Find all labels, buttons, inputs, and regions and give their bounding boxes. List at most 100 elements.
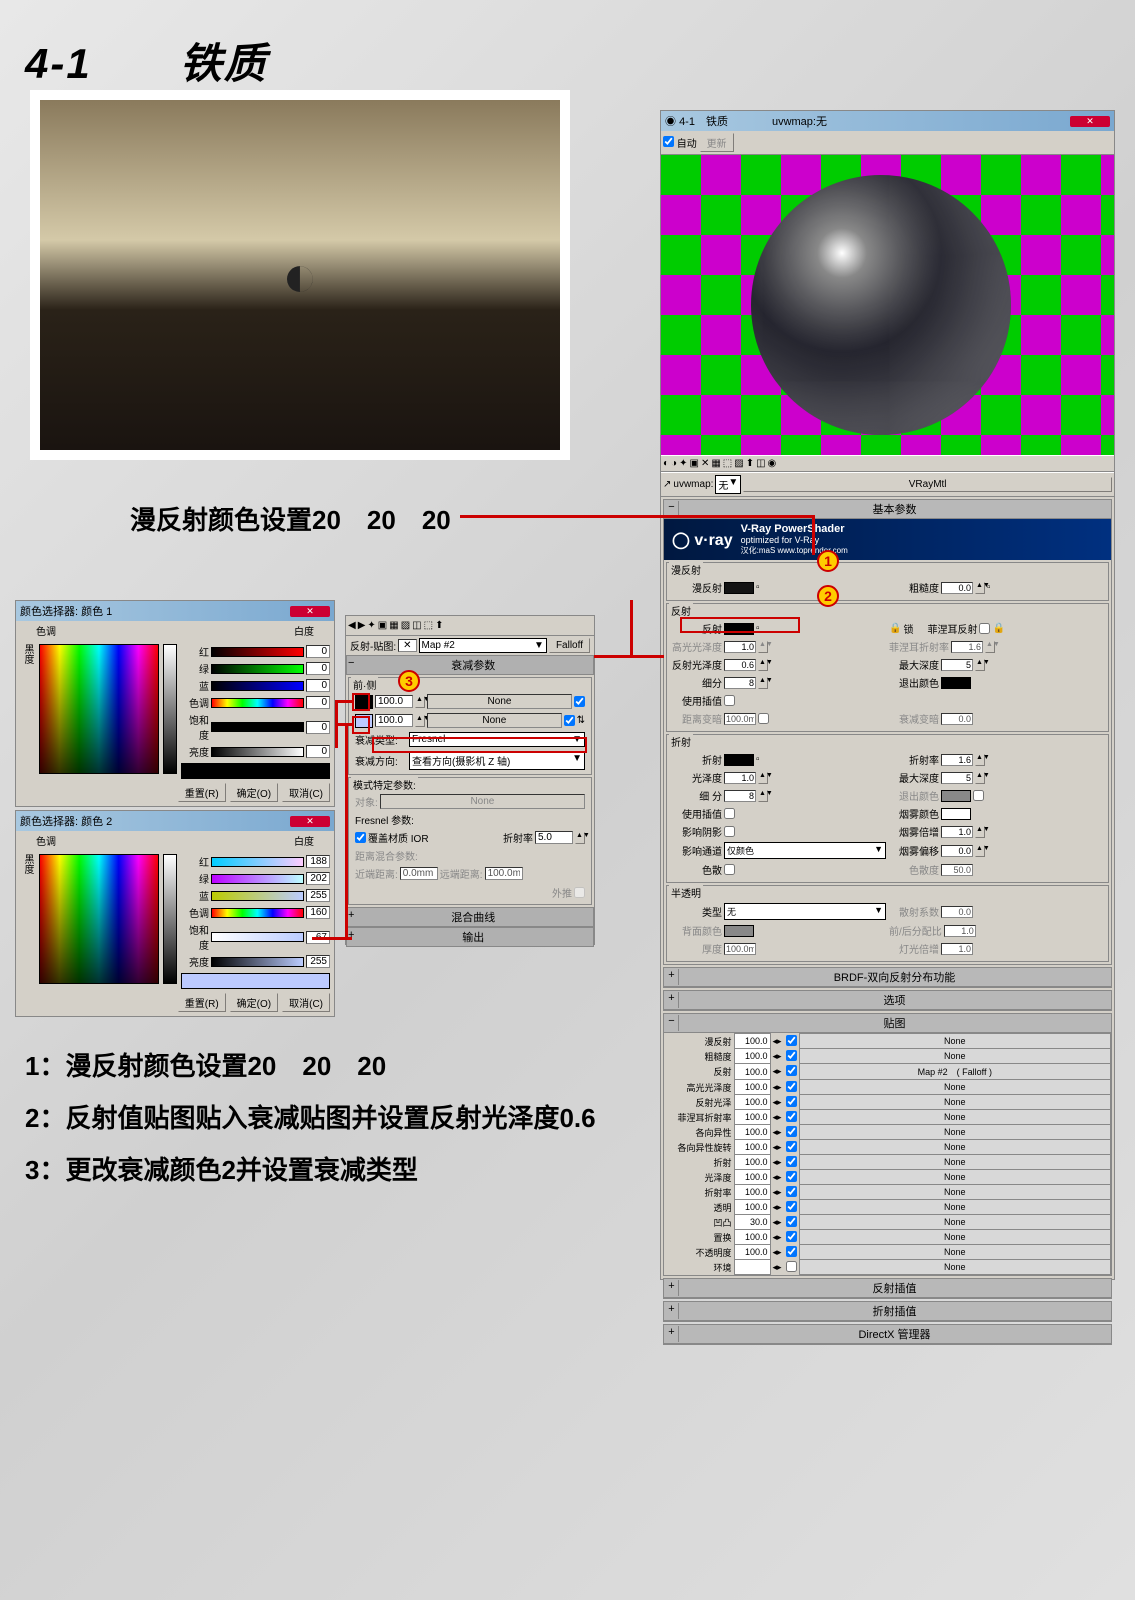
map-enable-check[interactable] <box>786 1201 797 1212</box>
color2-amount[interactable] <box>375 714 413 727</box>
spinner-icon[interactable]: ◂▸ <box>770 1260 784 1275</box>
spinner-icon[interactable]: ◂▸ <box>770 1110 784 1125</box>
map-amount[interactable]: 100.0 <box>734 1125 770 1140</box>
cancel-button[interactable]: 取消(C) <box>282 783 330 802</box>
map-enable-check[interactable] <box>786 1096 797 1107</box>
b-value[interactable]: 255 <box>306 889 330 902</box>
collapse-icon[interactable]: − <box>665 1015 679 1031</box>
reset-button[interactable]: 重置(R) <box>178 783 226 802</box>
cp2-titlebar[interactable]: 颜色选择器: 颜色 2 ✕ <box>16 811 334 831</box>
exit-color-swatch[interactable] <box>941 677 971 689</box>
swap-icon[interactable]: ⇅ <box>577 715 585 726</box>
map-amount[interactable]: 100.0 <box>734 1200 770 1215</box>
map-slot-button[interactable]: None <box>799 1049 1110 1064</box>
map-enable-check[interactable] <box>786 1246 797 1257</box>
color1-enable[interactable] <box>574 696 585 707</box>
eyedrop-icon[interactable]: ✦ <box>679 458 687 469</box>
spinner-icon[interactable]: ◂▸ <box>770 1034 784 1049</box>
map-slot-button[interactable]: None <box>799 1125 1110 1140</box>
v-slider[interactable] <box>211 747 304 757</box>
me-titlebar[interactable]: ◉ 4-1 铁质 uvwmap:无 ✕ <box>661 111 1114 131</box>
falloff-dir-dropdown[interactable]: 查看方向(摄影机 Z 轴)▼ <box>409 751 585 770</box>
map-amount[interactable]: 100.0 <box>734 1185 770 1200</box>
value-strip[interactable] <box>163 854 177 984</box>
g-slider[interactable] <box>211 664 304 674</box>
spinner-icon[interactable]: ◂▸ <box>770 1170 784 1185</box>
map-enable-check[interactable] <box>786 1081 797 1092</box>
refl-interp-title[interactable]: 反射插值 <box>679 1280 1110 1296</box>
refr-interp-title[interactable]: 折射插值 <box>679 1303 1110 1319</box>
refr-subdiv-value[interactable] <box>724 790 756 802</box>
max-depth-value[interactable] <box>941 659 973 671</box>
go-parent-icon[interactable]: ◉ <box>768 458 777 469</box>
refr-gloss-value[interactable] <box>724 772 756 784</box>
directx-title[interactable]: DirectX 管理器 <box>679 1326 1110 1342</box>
map-enable-check[interactable] <box>786 1231 797 1242</box>
fog-color-swatch[interactable] <box>941 808 971 820</box>
options-title[interactable]: 选项 <box>679 992 1110 1008</box>
fog-mult-value[interactable] <box>941 826 973 838</box>
mtl-type-button[interactable]: VRayMtl <box>743 477 1112 492</box>
b-slider[interactable] <box>211 891 304 901</box>
g-value[interactable]: 202 <box>306 872 330 885</box>
refr-exit-check[interactable] <box>973 790 984 801</box>
spinner-icon[interactable]: ◂▸ <box>770 1185 784 1200</box>
r-slider[interactable] <box>211 857 304 867</box>
spinner-icon[interactable]: ▲▼ <box>415 715 425 727</box>
refl-gloss-value[interactable] <box>724 659 756 671</box>
trans-type-dropdown[interactable]: 无▼ <box>724 903 886 920</box>
ior-value[interactable] <box>535 831 573 844</box>
map-slot-button[interactable]: None <box>799 1200 1110 1215</box>
refract-swatch[interactable] <box>724 754 754 766</box>
options-icon[interactable]: ⬚ <box>723 458 732 469</box>
spinner-icon[interactable]: ▲▼ <box>758 641 768 653</box>
reset-button[interactable]: 重置(R) <box>178 993 226 1012</box>
b-slider[interactable] <box>211 681 304 691</box>
spinner-icon[interactable]: ▲▼ <box>975 845 985 857</box>
color2-enable[interactable] <box>564 715 575 726</box>
spinner-icon[interactable]: ▲▼ <box>975 826 985 838</box>
map-amount[interactable]: 30.0 <box>734 1215 770 1230</box>
uvw-dropdown[interactable]: 无▼ <box>715 475 741 494</box>
map-slot-button[interactable]: None <box>799 1245 1110 1260</box>
map-enable-check[interactable] <box>786 1065 797 1076</box>
map-slot-button[interactable]: None <box>799 1230 1110 1245</box>
material-preview[interactable] <box>661 155 1114 455</box>
ok-button[interactable]: 确定(O) <box>230 783 278 802</box>
map-enable-check[interactable] <box>786 1171 797 1182</box>
map-slot-button[interactable]: None <box>799 1260 1110 1275</box>
spinner-icon[interactable]: ◂▸ <box>770 1064 784 1080</box>
dispersion-check[interactable] <box>724 864 735 875</box>
g-value[interactable]: 0 <box>306 662 330 675</box>
reset-icon[interactable]: ✕ <box>701 458 709 469</box>
h-value[interactable]: 0 <box>306 696 330 709</box>
map-slot-button[interactable]: None <box>799 1034 1110 1049</box>
reflect-swatch[interactable] <box>724 623 754 635</box>
map-enable-check[interactable] <box>786 1111 797 1122</box>
pick-icon[interactable]: ✦ <box>367 620 375 631</box>
go-sibling-icon[interactable]: ◫ <box>756 458 765 469</box>
subdiv-value[interactable] <box>724 677 756 689</box>
color1-amount[interactable] <box>375 695 413 708</box>
brdf-title[interactable]: BRDF-双向反射分布功能 <box>679 969 1110 985</box>
close-icon[interactable]: ✕ <box>290 816 330 827</box>
map-amount[interactable]: 100.0 <box>734 1095 770 1110</box>
r-value[interactable]: 0 <box>306 645 330 658</box>
ok-button[interactable]: 确定(O) <box>230 993 278 1012</box>
g-slider[interactable] <box>211 874 304 884</box>
spinner-icon[interactable]: ◂▸ <box>770 1200 784 1215</box>
assign-icon[interactable]: ▣ <box>378 620 387 631</box>
map-slot-icon[interactable]: ▫ <box>756 754 760 765</box>
map-amount[interactable] <box>734 1260 770 1275</box>
color-spectrum[interactable] <box>39 644 159 774</box>
h-slider[interactable] <box>211 698 304 708</box>
show-icon[interactable]: ▦ <box>389 620 398 631</box>
expand-icon[interactable]: + <box>665 1303 679 1319</box>
diffuse-swatch[interactable] <box>724 582 754 594</box>
auto-update-check[interactable] <box>663 136 674 147</box>
map-slot-button[interactable]: None <box>799 1110 1110 1125</box>
fresnel-check[interactable] <box>979 623 990 634</box>
show-map-icon[interactable]: ▨ <box>734 458 743 469</box>
map-enable-check[interactable] <box>786 1126 797 1137</box>
spinner-icon[interactable]: ▲▼ <box>975 582 985 594</box>
